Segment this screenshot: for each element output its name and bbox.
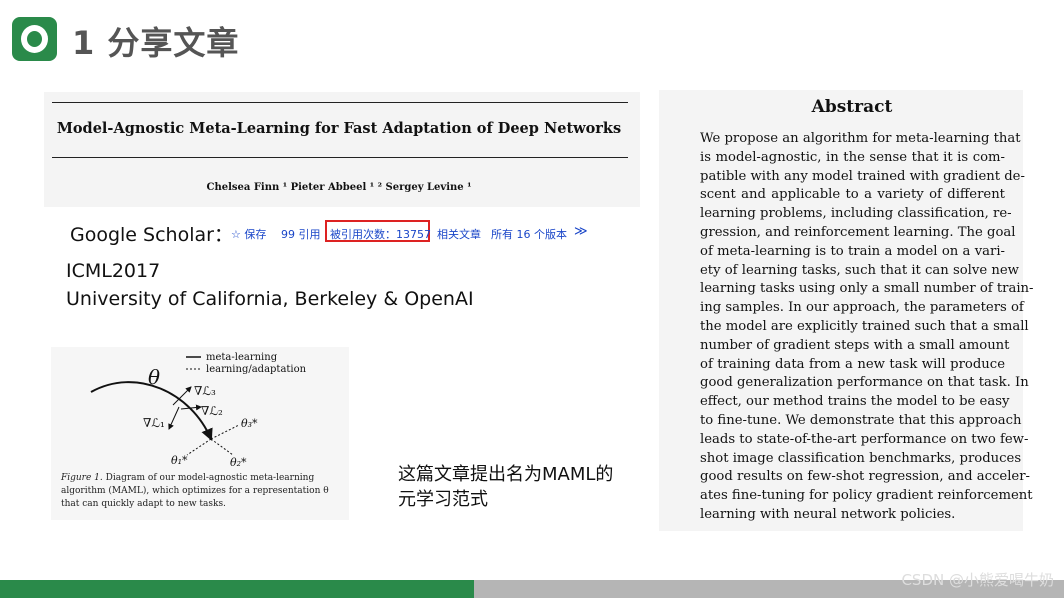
paper-header-image: Model-Agnostic Meta-Learning for Fast Ad… — [44, 92, 640, 207]
figure-caption-label: Figure 1. — [61, 473, 103, 483]
figure-caption: Figure 1. Diagram of our model-agnostic … — [61, 472, 343, 511]
summary-note: 这篇文章提出名为MAML的元学习范式 — [398, 464, 614, 510]
watermark: CSDN @小熊爱喝牛奶 — [901, 571, 1054, 589]
theta-label: θ — [148, 365, 160, 389]
adapt-line-2 — [210, 438, 234, 456]
grad-l1-arrow — [168, 406, 180, 430]
legend-meta-learning: meta-learning — [206, 352, 278, 363]
bottom-rule — [52, 157, 628, 158]
abstract-line: ing samples. In our approach, the parame… — [700, 300, 1024, 316]
abstract-line: the model are explicitly trained such th… — [700, 318, 1029, 334]
abstract-line: is model-agnostic, in the sense that it … — [700, 149, 1005, 165]
abstract-line: to fine-tune. We demonstrate that this a… — [700, 412, 1022, 428]
venue-info: ICML2017 University of California, Berke… — [66, 257, 474, 313]
top-rule — [52, 102, 628, 103]
slide-logo-icon — [12, 17, 57, 61]
abstract-line: leads to state-of-the-art performance on… — [700, 431, 1029, 447]
cite-link[interactable]: 99 引用 — [281, 226, 321, 242]
abstract-line: number of gradient steps with a small am… — [700, 337, 1010, 353]
abstract-line: ates fine-tuning for policy gradient rei… — [700, 488, 1033, 504]
cited-by-link[interactable]: 被引用次数：13757 — [330, 226, 431, 242]
abstract-line: of meta-learning is to train a model on … — [700, 243, 1005, 259]
abstract-line: good generalization performance on that … — [700, 375, 1029, 391]
abstract-line: learning problems, including classificat… — [700, 206, 1012, 222]
adapt-line-1 — [186, 438, 212, 456]
affiliation: University of California, Berkeley & Ope… — [66, 288, 474, 310]
abstract-line: scent and applicable to a variety of dif… — [700, 187, 1005, 203]
abstract-line: learning tasks using only a small number… — [700, 281, 1034, 297]
theta3-star-label: θ₃* — [241, 417, 258, 430]
theta1-star-label: θ₁* — [171, 454, 188, 467]
abstract-body: We propose an algorithm for meta-learnin… — [700, 130, 1034, 525]
abstract-line: good results on few-shot regression, and… — [700, 469, 1030, 485]
conference-name: ICML2017 — [66, 260, 161, 282]
scholar-label: Google Scholar： — [70, 224, 233, 246]
abstract-line: effect, our method trains the model to b… — [700, 394, 1010, 410]
save-link[interactable]: ☆ 保存 — [231, 226, 266, 242]
slide-title: 1 分享文章 — [72, 24, 240, 62]
abstract-line: ety of learning tasks, such that it can … — [700, 262, 1019, 278]
grad-l3-label: ∇ℒ₃ — [194, 384, 216, 398]
meta-learning-path — [90, 381, 213, 441]
abstract-heading: Abstract — [811, 97, 893, 117]
grad-l2-label: ∇ℒ₂ — [201, 404, 223, 418]
maml-diagram: meta-learning learning/adaptation θ ∇ℒ₃ … — [90, 352, 307, 469]
abstract-line: of training data from a new task will pr… — [700, 356, 1005, 372]
grad-l1-label: ∇ℒ₁ — [143, 416, 165, 430]
abstract-line: gression, and reinforcement learning. Th… — [700, 224, 1016, 240]
abstract-line: We propose an algorithm for meta-learnin… — [700, 131, 1021, 146]
more-chevron-icon[interactable]: ≫ — [574, 224, 588, 239]
abstract-line: learning with neural network policies. — [700, 506, 956, 522]
abstract-line: shot image classification benchmarks, pr… — [700, 450, 1022, 466]
adapt-line-3 — [210, 424, 240, 440]
related-articles-link[interactable]: 相关文章 — [437, 226, 481, 242]
all-versions-link[interactable]: 所有 16 个版本 — [491, 226, 567, 242]
footer-bar-green — [0, 580, 474, 598]
theta2-star-label: θ₂* — [230, 456, 247, 469]
legend-learning-adaptation: learning/adaptation — [206, 364, 307, 375]
paper-title: Model-Agnostic Meta-Learning for Fast Ad… — [56, 120, 622, 137]
paper-authors: Chelsea Finn ¹ Pieter Abbeel ¹ ² Sergey … — [206, 182, 472, 193]
abstract-line: patible with any model trained with grad… — [700, 168, 1025, 184]
